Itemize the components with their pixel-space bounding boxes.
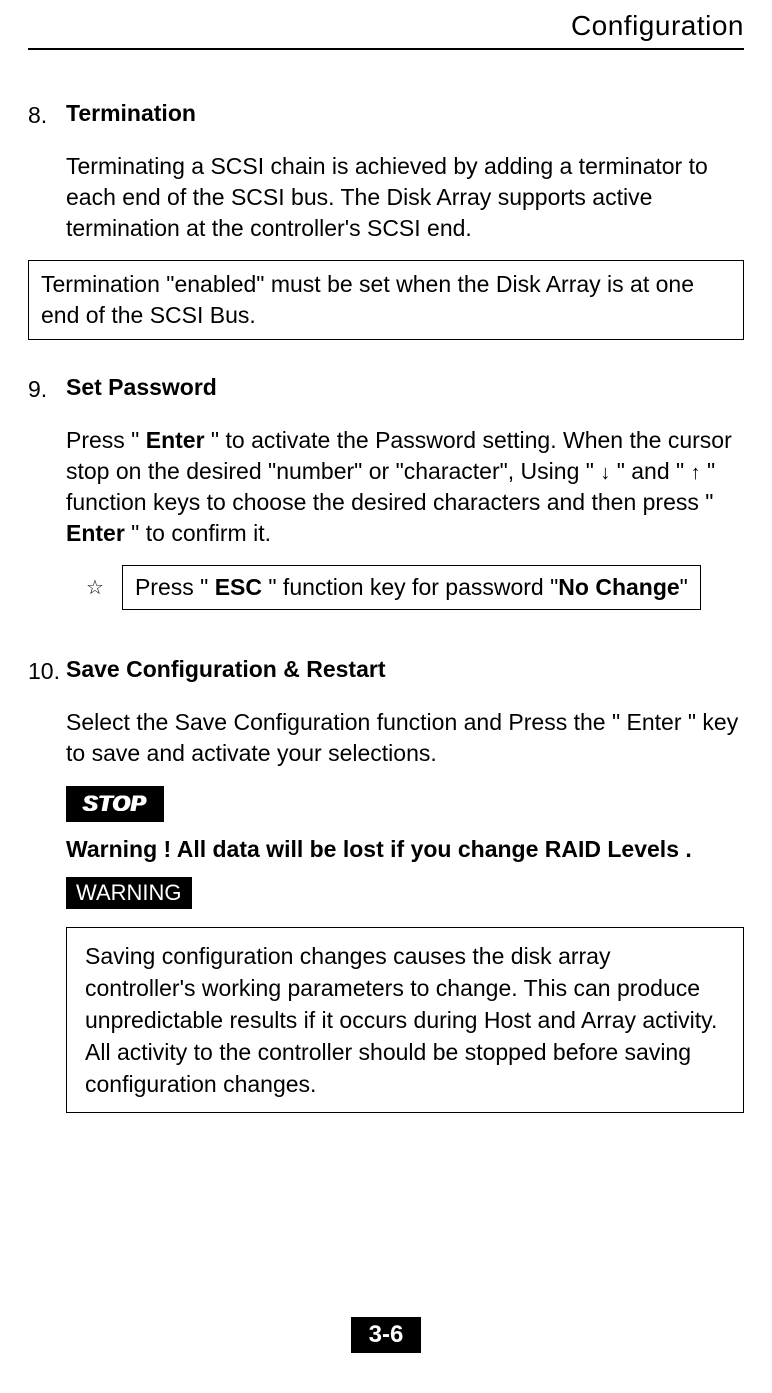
stop-badge: STOP	[66, 786, 164, 822]
warning-box: Saving configuration changes causes the …	[66, 927, 744, 1114]
section-number: 9.	[28, 374, 66, 610]
text-fragment: " to confirm it.	[125, 520, 271, 546]
save-config-paragraph: Select the Save Configuration function a…	[66, 707, 744, 769]
section-number: 10.	[28, 656, 66, 707]
enter-key-label: Enter	[66, 520, 125, 546]
text-fragment: Press "	[135, 574, 215, 600]
section-9: 9. Set Password Press " Enter " to activ…	[28, 374, 744, 610]
esc-note-box: Press " ESC " function key for password …	[122, 565, 701, 610]
esc-key-label: ESC	[215, 574, 262, 600]
data-loss-warning: Warning ! All data will be lost if you c…	[66, 836, 744, 863]
section-title-termination: Termination	[66, 100, 744, 127]
header-title: Configuration	[571, 10, 744, 41]
text-fragment: " and "	[610, 458, 690, 484]
down-arrow-icon: ↓	[600, 460, 610, 487]
section-title-set-password: Set Password	[66, 374, 744, 401]
no-change-label: No Change	[558, 574, 679, 600]
section-title-save-config: Save Configuration & Restart	[66, 656, 744, 683]
termination-paragraph: Terminating a SCSI chain is achieved by …	[66, 151, 744, 244]
up-arrow-icon: ↑	[691, 460, 701, 487]
section-number: 8.	[28, 100, 66, 260]
star-icon: ☆	[86, 575, 104, 600]
page-number: 3-6	[351, 1317, 422, 1353]
page-content: 8. Termination Terminating a SCSI chain …	[0, 50, 772, 1113]
text-fragment: "	[680, 574, 688, 600]
stop-label: STOP	[83, 791, 147, 816]
termination-note-box: Termination "enabled" must be set when t…	[28, 260, 744, 340]
page-header: Configuration	[0, 0, 772, 42]
section-10: 10. Save Configuration & Restart Select …	[28, 656, 744, 1113]
page-footer: 3-6	[0, 1317, 772, 1353]
section-8: 8. Termination Terminating a SCSI chain …	[28, 100, 744, 340]
warning-badge: WARNING	[66, 877, 192, 909]
enter-key-label: Enter	[146, 427, 205, 453]
password-note-row: ☆ Press " ESC " function key for passwor…	[86, 565, 744, 610]
text-fragment: Press "	[66, 427, 146, 453]
set-password-paragraph: Press " Enter " to activate the Password…	[66, 425, 744, 549]
text-fragment: " function key for password "	[262, 574, 558, 600]
